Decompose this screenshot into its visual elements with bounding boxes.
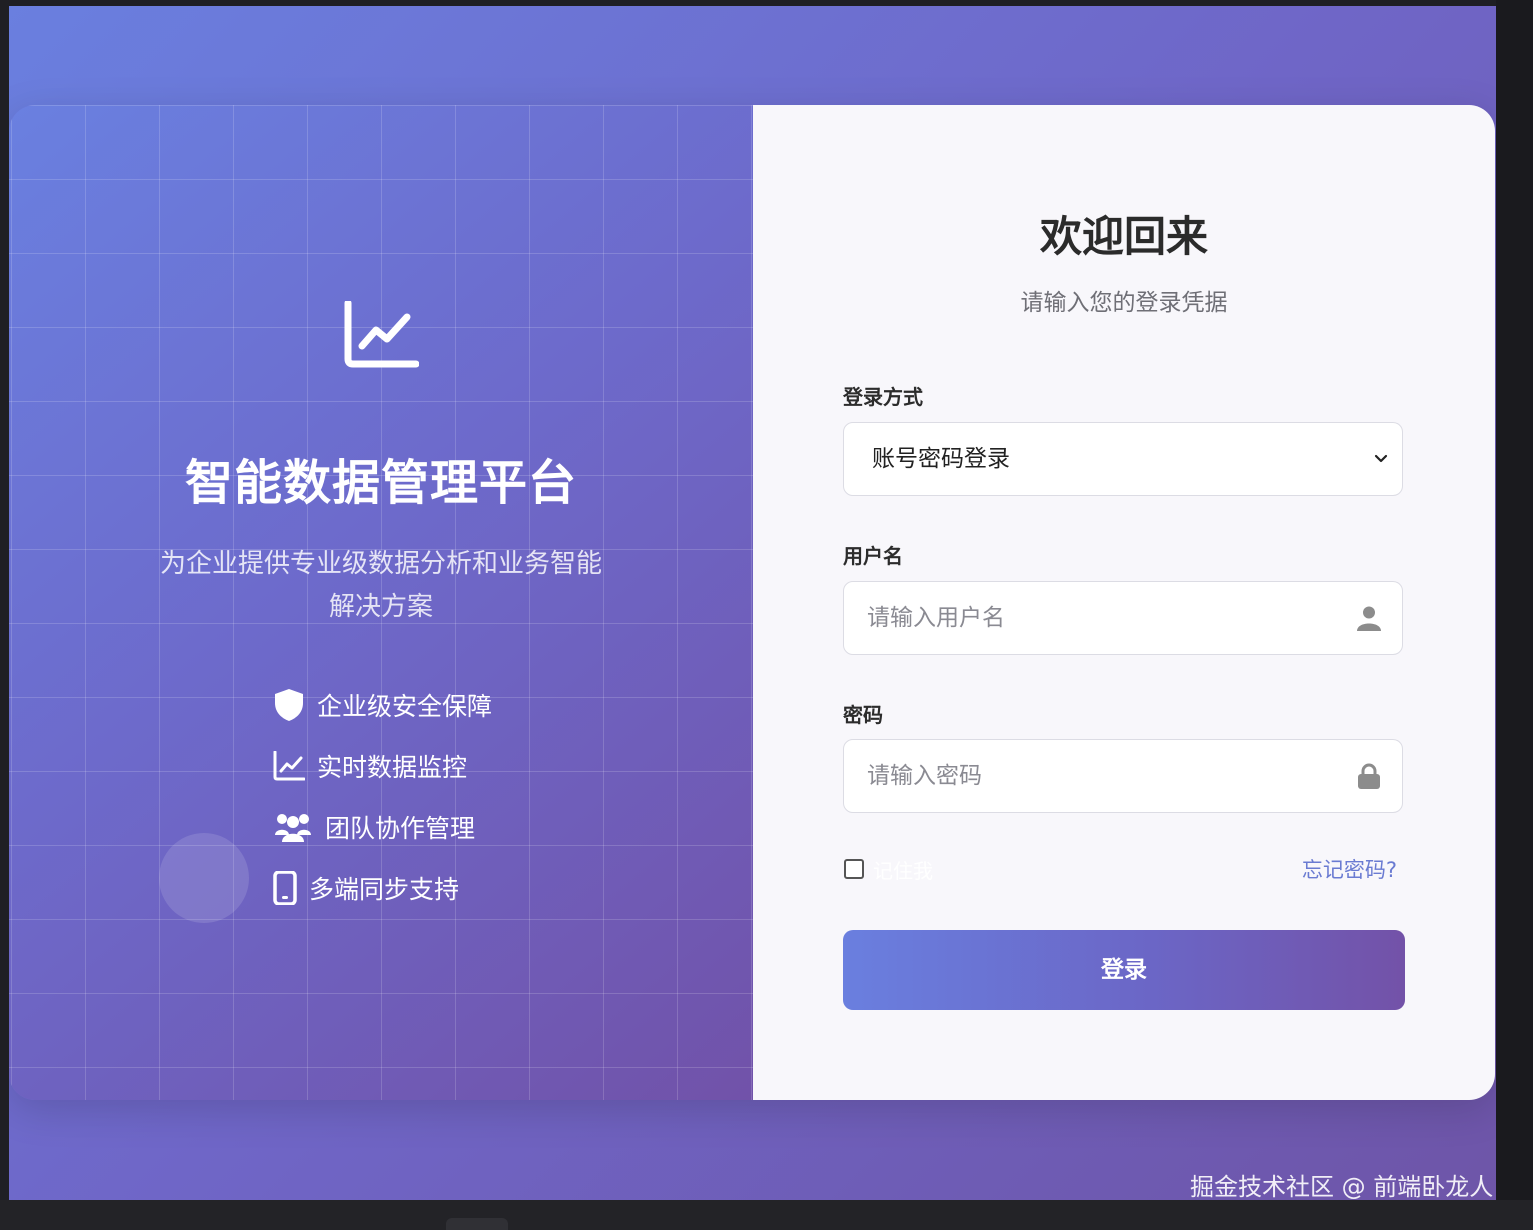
feature-item-sync: 多端同步支持 xyxy=(273,868,459,908)
feature-label: 多端同步支持 xyxy=(309,875,460,904)
feature-item-monitoring: 实时数据监控 xyxy=(273,746,467,786)
page-background: 智能数据管理平台 为企业提供专业级数据分析和业务智能解决方案 企业级安全保障 实… xyxy=(9,6,1496,1200)
login-method-select[interactable]: 账号密码登录 xyxy=(843,422,1403,496)
user-icon xyxy=(1357,606,1381,631)
forgot-password-link[interactable]: 忘记密码? xyxy=(1302,854,1397,884)
password-label: 密码 xyxy=(843,703,883,727)
username-input[interactable]: 请输入用户名 xyxy=(843,581,1403,655)
chart-line-icon xyxy=(273,751,305,781)
bottom-bar xyxy=(0,1200,1533,1230)
username-label: 用户名 xyxy=(843,544,903,568)
bottom-tab xyxy=(446,1218,508,1230)
feature-item-team: 团队协作管理 xyxy=(273,807,475,847)
brand-panel: 智能数据管理平台 为企业提供专业级数据分析和业务智能解决方案 企业级安全保障 实… xyxy=(9,105,753,1100)
decorative-bubble xyxy=(159,833,249,923)
feature-label: 团队协作管理 xyxy=(325,814,476,843)
remember-label[interactable]: 记住我 xyxy=(873,855,933,884)
password-placeholder: 请输入密码 xyxy=(867,763,982,789)
remember-checkbox[interactable] xyxy=(844,859,864,879)
login-button[interactable]: 登录 xyxy=(843,930,1405,1010)
method-label: 登录方式 xyxy=(843,385,923,409)
form-subtitle: 请输入您的登录凭据 xyxy=(1020,290,1228,316)
feature-label: 实时数据监控 xyxy=(317,753,468,782)
brand-title: 智能数据管理平台 xyxy=(184,455,577,511)
adjacent-window-edge xyxy=(1496,0,1533,1230)
chart-line-icon xyxy=(344,301,419,368)
login-form-panel: 欢迎回来 请输入您的登录凭据 登录方式 账号密码登录 用户名 请输入用户名 密码… xyxy=(753,105,1495,1100)
login-card: 智能数据管理平台 为企业提供专业级数据分析和业务智能解决方案 企业级安全保障 实… xyxy=(9,105,1495,1100)
brand-subtitle: 为企业提供专业级数据分析和业务智能解决方案 xyxy=(159,549,602,622)
lock-icon xyxy=(1358,763,1380,789)
login-method-value: 账号密码登录 xyxy=(872,446,1010,472)
username-placeholder: 请输入用户名 xyxy=(867,605,1005,631)
password-input[interactable]: 请输入密码 xyxy=(843,739,1403,813)
watermark: 掘金技术社区 @ 前端卧龙人 xyxy=(1190,1173,1494,1201)
shield-icon xyxy=(275,689,303,721)
mobile-icon xyxy=(273,871,297,905)
users-icon xyxy=(275,814,311,842)
form-title: 欢迎回来 xyxy=(1039,212,1208,261)
feature-label: 企业级安全保障 xyxy=(317,692,493,721)
chevron-down-icon xyxy=(1374,454,1388,463)
feature-item-security: 企业级安全保障 xyxy=(273,685,492,725)
